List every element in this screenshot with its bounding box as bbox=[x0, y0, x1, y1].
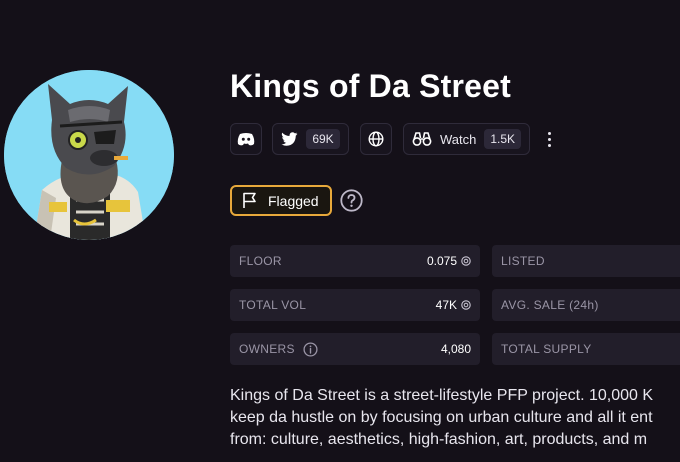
collection-description: Kings of Da Street is a street-lifestyle… bbox=[230, 385, 680, 451]
stat-label: OWNERS bbox=[239, 342, 295, 356]
twitter-button[interactable]: 69K bbox=[272, 123, 349, 155]
collection-title: Kings of Da Street bbox=[230, 68, 511, 104]
stat-owners: OWNERS 4,080 bbox=[230, 333, 480, 365]
discord-button[interactable] bbox=[230, 123, 262, 155]
more-options-button[interactable] bbox=[540, 126, 558, 152]
stat-label: TOTAL SUPPLY bbox=[501, 342, 592, 356]
description-line: Kings of Da Street is a street-lifestyle… bbox=[230, 387, 654, 404]
stat-value: 4,080 bbox=[440, 342, 471, 356]
stat-label: AVG. SALE (24h) bbox=[501, 298, 599, 312]
watch-button[interactable]: Watch 1.5K bbox=[403, 123, 530, 155]
stat-total-volume: TOTAL VOL 47K bbox=[230, 289, 480, 321]
stat-value: 47K bbox=[435, 298, 457, 312]
more-vertical-icon-dot bbox=[547, 143, 551, 147]
website-button[interactable] bbox=[360, 123, 392, 155]
question-circle-icon bbox=[340, 189, 363, 212]
watch-label: Watch bbox=[439, 131, 477, 147]
flag-icon bbox=[243, 192, 256, 208]
flagged-badge[interactable]: Flagged bbox=[230, 185, 332, 216]
stat-floor: FLOOR 0.075 bbox=[230, 245, 480, 277]
info-icon[interactable] bbox=[303, 341, 318, 357]
stat-total-supply: TOTAL SUPPLY bbox=[492, 333, 680, 365]
description-line: keep da hustle on by focusing on urban c… bbox=[230, 409, 653, 426]
wolf-pfp-avatar-icon bbox=[4, 70, 174, 240]
globe-icon bbox=[368, 131, 384, 147]
flag-help-button[interactable] bbox=[340, 189, 363, 212]
binoculars-icon bbox=[412, 132, 432, 146]
currency-icon bbox=[461, 300, 471, 310]
twitter-icon bbox=[281, 132, 298, 146]
stat-label: FLOOR bbox=[239, 254, 282, 268]
more-vertical-icon bbox=[547, 131, 551, 135]
stat-listed: LISTED bbox=[492, 245, 680, 277]
currency-icon bbox=[461, 256, 471, 266]
stat-label: LISTED bbox=[501, 254, 545, 268]
more-vertical-icon-dot bbox=[547, 137, 551, 141]
flagged-label: Flagged bbox=[268, 192, 319, 209]
watch-count: 1.5K bbox=[484, 129, 522, 149]
stat-value-wrap: 47K bbox=[436, 298, 471, 312]
description-line: from: culture, aesthetics, high-fashion,… bbox=[230, 431, 648, 448]
stat-label: TOTAL VOL bbox=[239, 298, 307, 312]
discord-icon bbox=[237, 133, 255, 146]
stat-avg-sale: AVG. SALE (24h) bbox=[492, 289, 680, 321]
stat-value: 0.075 bbox=[426, 254, 457, 268]
stat-value-wrap: 0.075 bbox=[427, 254, 471, 268]
stat-label-wrap: OWNERS bbox=[239, 341, 318, 357]
collection-avatar[interactable] bbox=[4, 70, 174, 240]
twitter-follower-count: 69K bbox=[306, 129, 340, 149]
